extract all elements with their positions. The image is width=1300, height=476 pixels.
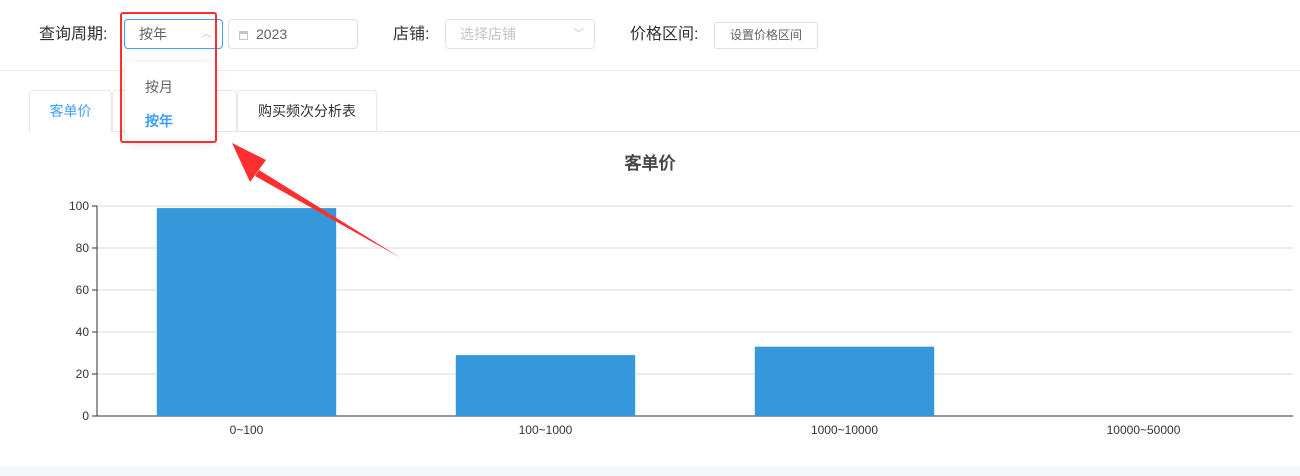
- annotation-arrow-icon: [232, 143, 401, 258]
